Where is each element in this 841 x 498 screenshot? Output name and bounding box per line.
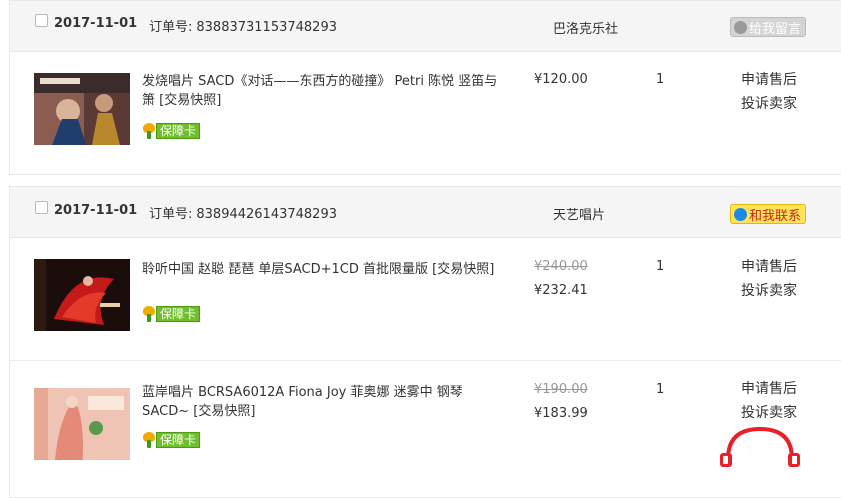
order-header: 2017-11-01 订单号: 83883731153748293 巴洛克乐社 给… [10, 1, 841, 52]
chat-bubble-icon [734, 207, 747, 221]
product-quantity: 1 [656, 259, 665, 274]
order-header: 2017-11-01 订单号: 83894426143748293 天艺唱片 和我… [10, 187, 841, 238]
product-title[interactable]: 蓝岸唱片 BCRSA6012A Fiona Joy 菲奥娜 迷雾中 钢琴 SAC… [142, 383, 502, 421]
apply-after-sales-link[interactable]: 申请售后 [741, 255, 797, 279]
product-title[interactable]: 发烧唱片 SACD《对话——东西方的碰撞》 Petri 陈悦 竖笛与箫 [交易快… [142, 72, 502, 110]
guarantee-card-badge[interactable]: 保障卡 [142, 122, 201, 139]
original-price: ¥190.00 [534, 382, 588, 397]
order-item-row: 聆听中国 赵聪 琵琶 单层SACD+1CD 首批限量版 [交易快照] ¥240.… [10, 238, 841, 360]
order-number-value: 83894426143748293 [196, 207, 337, 222]
chat-bubble-icon [734, 20, 747, 34]
order-number-label: 订单号: [149, 20, 193, 35]
guarantee-label: 保障卡 [156, 305, 201, 322]
product-price: ¥183.99 [534, 406, 588, 421]
shop-name[interactable]: 巴洛克乐社 [553, 18, 618, 37]
headphones-logo-icon [720, 426, 800, 467]
product-title[interactable]: 聆听中国 赵聪 琵琶 单层SACD+1CD 首批限量版 [交易快照] [142, 260, 502, 279]
item-actions: 申请售后 投诉卖家 [741, 68, 797, 116]
order-checkbox[interactable] [35, 201, 48, 214]
order-number: 订单号: 83883731153748293 [149, 16, 337, 35]
guarantee-icon [142, 305, 156, 322]
complain-seller-link[interactable]: 投诉卖家 [741, 279, 797, 303]
complain-seller-link[interactable]: 投诉卖家 [741, 401, 797, 425]
product-thumbnail[interactable] [34, 259, 130, 331]
order-card: 2017-11-01 订单号: 83883731153748293 巴洛克乐社 给… [9, 0, 841, 175]
order-checkbox[interactable] [35, 14, 48, 27]
order-item-row: 蓝岸唱片 BCRSA6012A Fiona Joy 菲奥娜 迷雾中 钢琴 SAC… [10, 360, 841, 497]
shop-name[interactable]: 天艺唱片 [553, 204, 605, 223]
contact-me-label: 和我联系 [749, 208, 802, 224]
contact-me-button[interactable]: 和我联系 [730, 204, 807, 224]
product-thumbnail[interactable] [34, 388, 130, 460]
guarantee-icon [142, 122, 156, 139]
apply-after-sales-link[interactable]: 申请售后 [741, 68, 797, 92]
guarantee-label: 保障卡 [156, 431, 201, 448]
order-number: 订单号: 83894426143748293 [149, 203, 337, 222]
order-date: 2017-11-01 [54, 203, 138, 218]
item-actions: 申请售后 投诉卖家 [741, 377, 797, 425]
order-card: 2017-11-01 订单号: 83894426143748293 天艺唱片 和我… [9, 186, 841, 498]
order-number-value: 83883731153748293 [196, 20, 337, 35]
order-date: 2017-11-01 [54, 16, 138, 31]
leave-message-label: 给我留言 [749, 21, 802, 37]
guarantee-label: 保障卡 [156, 122, 201, 139]
guarantee-card-badge[interactable]: 保障卡 [142, 431, 201, 448]
order-number-label: 订单号: [149, 207, 193, 222]
order-item-row: 发烧唱片 SACD《对话——东西方的碰撞》 Petri 陈悦 竖笛与箫 [交易快… [10, 52, 841, 174]
original-price: ¥240.00 [534, 259, 588, 274]
product-thumbnail[interactable] [34, 73, 130, 145]
product-price: ¥120.00 [534, 72, 588, 87]
product-price: ¥232.41 [534, 283, 588, 298]
guarantee-card-badge[interactable]: 保障卡 [142, 305, 201, 322]
product-quantity: 1 [656, 382, 665, 397]
item-actions: 申请售后 投诉卖家 [741, 255, 797, 303]
leave-message-button[interactable]: 给我留言 [730, 17, 807, 37]
guarantee-icon [142, 431, 156, 448]
apply-after-sales-link[interactable]: 申请售后 [741, 377, 797, 401]
product-quantity: 1 [656, 72, 665, 87]
complain-seller-link[interactable]: 投诉卖家 [741, 92, 797, 116]
